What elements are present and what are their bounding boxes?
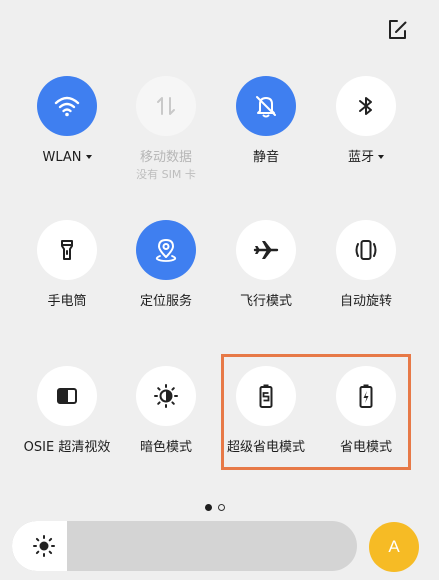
- power-saving-toggle[interactable]: [336, 366, 396, 426]
- airplane-label: 飞行模式: [239, 294, 292, 309]
- silent-label: 静音: [252, 150, 279, 165]
- page-dot-inactive[interactable]: [218, 504, 225, 511]
- super-power-saving-icon: [259, 384, 273, 408]
- wifi-icon: [54, 96, 80, 117]
- auto-rotate-label: 自动旋转: [339, 294, 392, 309]
- osie-label: OSIE 超清视效: [23, 440, 111, 455]
- flashlight-toggle[interactable]: [37, 220, 97, 280]
- tile-mobile-data[interactable]: 移动数据 没有 SIM 卡: [111, 76, 221, 182]
- tile-osie[interactable]: OSIE 超清视效: [12, 366, 122, 456]
- brightness-slider[interactable]: [12, 521, 357, 571]
- edit-button[interactable]: [385, 17, 411, 43]
- bell-off-icon: [256, 96, 276, 118]
- rotate-icon: [355, 240, 377, 260]
- power-saving-label: 省电模式: [339, 440, 392, 455]
- tile-super-power-saving[interactable]: 超级省电模式: [211, 366, 321, 456]
- wlan-toggle[interactable]: [37, 76, 97, 136]
- page-indicator: [205, 504, 225, 511]
- flashlight-label: 手电筒: [47, 294, 87, 309]
- dark-mode-icon: [154, 384, 178, 408]
- tile-auto-rotate[interactable]: 自动旋转: [311, 220, 421, 310]
- silent-toggle[interactable]: [236, 76, 296, 136]
- flashlight-icon: [61, 240, 73, 260]
- bluetooth-icon: [359, 97, 372, 115]
- mobile-data-label: 移动数据: [139, 150, 192, 165]
- location-label: 定位服务: [139, 294, 192, 309]
- brightness-icon: [33, 535, 55, 557]
- tile-wlan[interactable]: WLAN: [12, 76, 122, 166]
- auto-brightness-button[interactable]: A: [369, 522, 419, 572]
- tile-airplane[interactable]: 飞行模式: [211, 220, 321, 310]
- tile-bluetooth[interactable]: 蓝牙: [311, 76, 421, 166]
- super-power-saving-toggle[interactable]: [236, 366, 296, 426]
- tile-power-saving[interactable]: 省电模式: [311, 366, 421, 456]
- location-toggle[interactable]: [136, 220, 196, 280]
- bluetooth-label: 蓝牙: [348, 150, 384, 166]
- chevron-down-icon: [85, 155, 92, 159]
- airplane-icon: [253, 241, 279, 259]
- mobile-data-icon: [157, 97, 175, 115]
- dark-mode-label: 暗色模式: [139, 440, 192, 455]
- osie-icon: [57, 388, 77, 404]
- bluetooth-toggle[interactable]: [336, 76, 396, 136]
- super-power-saving-label: 超级省电模式: [226, 440, 305, 455]
- osie-toggle[interactable]: [37, 366, 97, 426]
- tile-dark-mode[interactable]: 暗色模式: [111, 366, 221, 456]
- power-saving-icon: [359, 384, 373, 408]
- mobile-data-sublabel: 没有 SIM 卡: [136, 168, 196, 181]
- airplane-toggle[interactable]: [236, 220, 296, 280]
- tile-location[interactable]: 定位服务: [111, 220, 221, 310]
- location-icon: [155, 239, 177, 262]
- chevron-down-icon: [378, 155, 384, 159]
- dark-mode-toggle[interactable]: [136, 366, 196, 426]
- tile-flashlight[interactable]: 手电筒: [12, 220, 122, 310]
- tile-silent[interactable]: 静音: [211, 76, 321, 166]
- wlan-label: WLAN: [42, 150, 92, 166]
- auto-rotate-toggle[interactable]: [336, 220, 396, 280]
- edit-icon: [389, 20, 407, 39]
- mobile-data-toggle[interactable]: [136, 76, 196, 136]
- page-dot-active[interactable]: [205, 504, 212, 511]
